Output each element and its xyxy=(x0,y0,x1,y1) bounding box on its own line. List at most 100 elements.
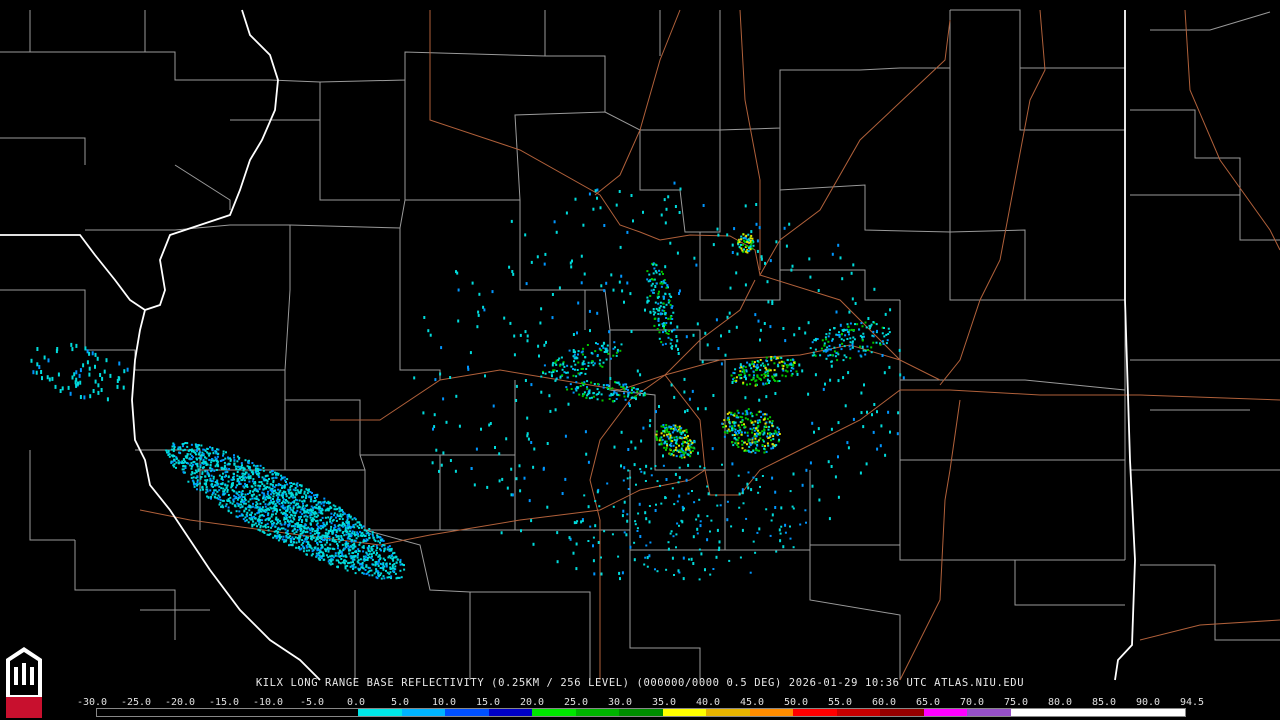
echo-pixel xyxy=(753,363,755,366)
echo-pixel xyxy=(581,520,584,523)
echo-pixel xyxy=(833,346,836,349)
echo-pixel xyxy=(396,558,399,561)
echo-pixel xyxy=(302,545,304,548)
echo-pixel xyxy=(347,562,350,565)
echo-pixel xyxy=(334,554,337,557)
echo-pixel xyxy=(246,486,249,488)
echo-pixel xyxy=(750,230,753,234)
echo-pixel xyxy=(748,445,751,448)
echo-pixel xyxy=(618,280,621,284)
echo-pixel xyxy=(857,350,860,353)
echo-pixel xyxy=(754,440,757,443)
echo-pixel xyxy=(782,365,785,367)
echo-pixel xyxy=(278,502,281,505)
echo-pixel xyxy=(261,491,264,494)
echo-pixel xyxy=(205,486,208,489)
echo-pixel xyxy=(623,395,626,398)
echo-pixel xyxy=(665,286,668,289)
echo-pixel xyxy=(751,247,754,250)
echo-pixel xyxy=(212,485,214,488)
echo-pixel xyxy=(782,367,785,370)
echo-pixel xyxy=(747,471,750,474)
scale-label: 85.0 xyxy=(1091,697,1117,708)
echo-pixel xyxy=(776,357,779,360)
echo-pixel xyxy=(755,379,758,382)
echo-pixel xyxy=(774,490,777,494)
echo-pixel xyxy=(299,548,302,551)
echo-pixel xyxy=(283,516,286,519)
echo-pixel xyxy=(709,573,712,576)
echo-pixel xyxy=(666,430,669,433)
echo-pixel xyxy=(506,486,509,490)
echo-pixel xyxy=(243,496,246,499)
echo-pixel xyxy=(652,272,655,275)
echo-pixel xyxy=(731,427,733,430)
echo-pixel xyxy=(482,305,485,309)
echo-pixel xyxy=(290,540,292,543)
echo-pixel xyxy=(248,480,251,483)
echo-pixel xyxy=(720,334,722,338)
echo-pixel xyxy=(687,435,689,438)
echo-pixel xyxy=(728,425,731,428)
echo-pixel xyxy=(783,362,786,365)
echo-pixel xyxy=(530,383,533,387)
echo-pixel xyxy=(327,531,330,534)
echo-pixel xyxy=(214,465,217,468)
echo-pixel xyxy=(771,443,774,446)
echo-pixel xyxy=(667,301,670,304)
echo-pixel xyxy=(279,537,281,540)
echo-pixel xyxy=(263,484,266,487)
echo-pixel xyxy=(270,507,273,510)
scale-label: 80.0 xyxy=(1047,697,1073,708)
echo-pixel xyxy=(662,454,664,458)
echo-pixel xyxy=(513,334,516,338)
echo-pixel xyxy=(606,384,609,387)
echo-pixel xyxy=(660,425,663,428)
echo-pixel xyxy=(297,522,300,525)
echo-pixel xyxy=(665,317,668,319)
echo-pixel xyxy=(320,519,322,522)
echo-pixel xyxy=(173,459,176,462)
echo-pixel xyxy=(257,528,260,531)
echo-pixel xyxy=(837,243,840,247)
echo-pixel xyxy=(254,513,257,516)
echo-pixel xyxy=(673,429,676,432)
echo-pixel xyxy=(721,463,723,466)
echo-pixel xyxy=(662,322,665,325)
echo-pixel xyxy=(820,347,823,350)
echo-pixel xyxy=(685,478,688,482)
echo-pixel xyxy=(572,374,575,377)
echo-pixel xyxy=(273,486,276,489)
echo-pixel xyxy=(515,399,518,402)
echo-pixel xyxy=(309,508,312,511)
color-bar-segment xyxy=(575,709,620,716)
echo-pixel xyxy=(334,505,337,508)
scale-label: -5.0 xyxy=(299,697,325,708)
echo-pixel xyxy=(572,368,574,370)
echo-pixel xyxy=(556,560,559,564)
echo-pixel xyxy=(804,331,807,335)
echo-pixel xyxy=(728,329,731,333)
echo-pixel xyxy=(582,367,584,370)
echo-pixel xyxy=(756,419,759,422)
echo-pixel xyxy=(402,564,405,566)
echo-pixel xyxy=(753,429,756,432)
echo-pixel xyxy=(376,534,379,537)
echo-pixel xyxy=(248,466,251,469)
echo-pixel xyxy=(374,561,377,564)
echo-pixel xyxy=(354,572,357,575)
color-bar-segment xyxy=(97,709,141,716)
echo-pixel xyxy=(247,500,250,503)
echo-pixel xyxy=(94,379,97,384)
echo-pixel xyxy=(106,397,109,402)
echo-pixel xyxy=(661,309,664,312)
echo-pixel xyxy=(680,432,683,436)
echo-pixel xyxy=(297,502,300,505)
echo-pixel xyxy=(210,474,213,477)
echo-pixel xyxy=(215,457,218,460)
echo-pixel xyxy=(237,503,240,506)
echo-pixel xyxy=(470,467,473,470)
echo-pixel xyxy=(311,530,314,533)
echo-pixel xyxy=(227,506,230,509)
echo-pixel xyxy=(186,454,189,457)
